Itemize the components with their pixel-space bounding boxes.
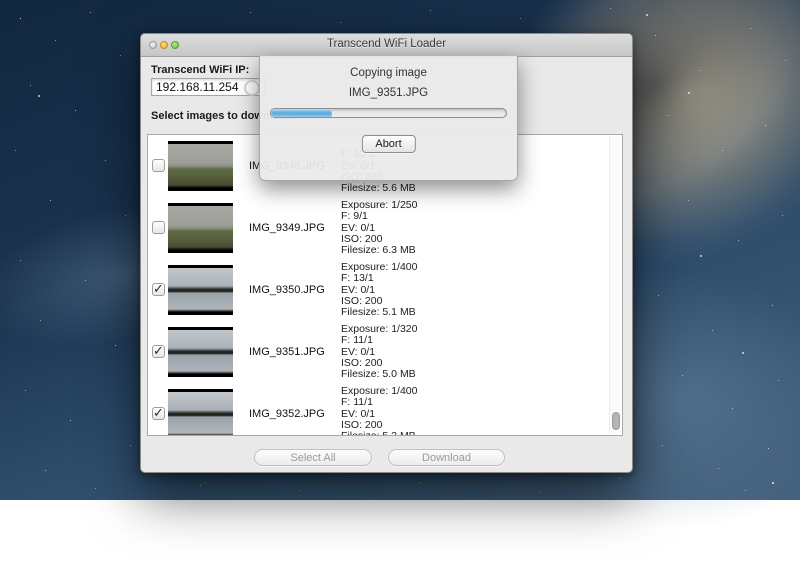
titlebar[interactable]: Transcend WiFi Loader <box>141 34 632 57</box>
image-filename: IMG_9352.JPG <box>249 408 325 420</box>
scrollbar-thumb[interactable] <box>612 412 620 430</box>
sheet-title: Copying image <box>260 67 517 79</box>
progress-bar <box>270 108 507 118</box>
select-all-button[interactable]: Select All <box>254 449 372 466</box>
image-thumbnail <box>168 327 233 377</box>
image-checkbox[interactable] <box>152 221 165 234</box>
image-checkbox[interactable] <box>152 283 165 296</box>
ip-label: Transcend WiFi IP: <box>151 64 249 76</box>
copying-sheet: Copying image IMG_9351.JPG Abort <box>259 56 518 181</box>
image-metadata: Exposure: 1/400F: 11/1EV: 0/1ISO: 200Fil… <box>341 386 417 436</box>
image-checkbox[interactable] <box>152 159 165 172</box>
image-checkbox[interactable] <box>152 407 165 420</box>
image-row: IMG_9351.JPG Exposure: 1/320F: 11/1EV: 0… <box>148 321 622 383</box>
image-thumbnail <box>168 141 233 191</box>
image-row: IMG_9350.JPG Exposure: 1/400F: 13/1EV: 0… <box>148 259 622 321</box>
abort-button[interactable]: Abort <box>361 135 415 153</box>
window-title: Transcend WiFi Loader <box>141 38 632 50</box>
image-filename: IMG_9349.JPG <box>249 222 325 234</box>
spinner-icon <box>244 80 260 96</box>
image-thumbnail <box>168 203 233 253</box>
image-checkbox[interactable] <box>152 345 165 358</box>
image-metadata: Exposure: 1/400F: 13/1EV: 0/1ISO: 200Fil… <box>341 262 417 318</box>
sheet-filename: IMG_9351.JPG <box>260 87 517 99</box>
download-button[interactable]: Download <box>388 449 505 466</box>
scrollbar-track[interactable] <box>609 136 621 434</box>
image-filename: IMG_9351.JPG <box>249 346 325 358</box>
image-row: IMG_9349.JPG Exposure: 1/250F: 9/1EV: 0/… <box>148 197 622 259</box>
app-window: Transcend WiFi Loader Transcend WiFi IP:… <box>140 33 633 473</box>
stars-large <box>0 0 2 2</box>
image-thumbnail <box>168 389 233 436</box>
image-row: IMG_9352.JPG Exposure: 1/400F: 11/1EV: 0… <box>148 383 622 436</box>
image-thumbnail <box>168 265 233 315</box>
image-filename: IMG_9350.JPG <box>249 284 325 296</box>
image-metadata: Exposure: 1/320F: 11/1EV: 0/1ISO: 200Fil… <box>341 324 417 380</box>
progress-fill <box>271 109 332 117</box>
image-metadata: Exposure: 1/250F: 9/1EV: 0/1ISO: 200File… <box>341 200 417 256</box>
